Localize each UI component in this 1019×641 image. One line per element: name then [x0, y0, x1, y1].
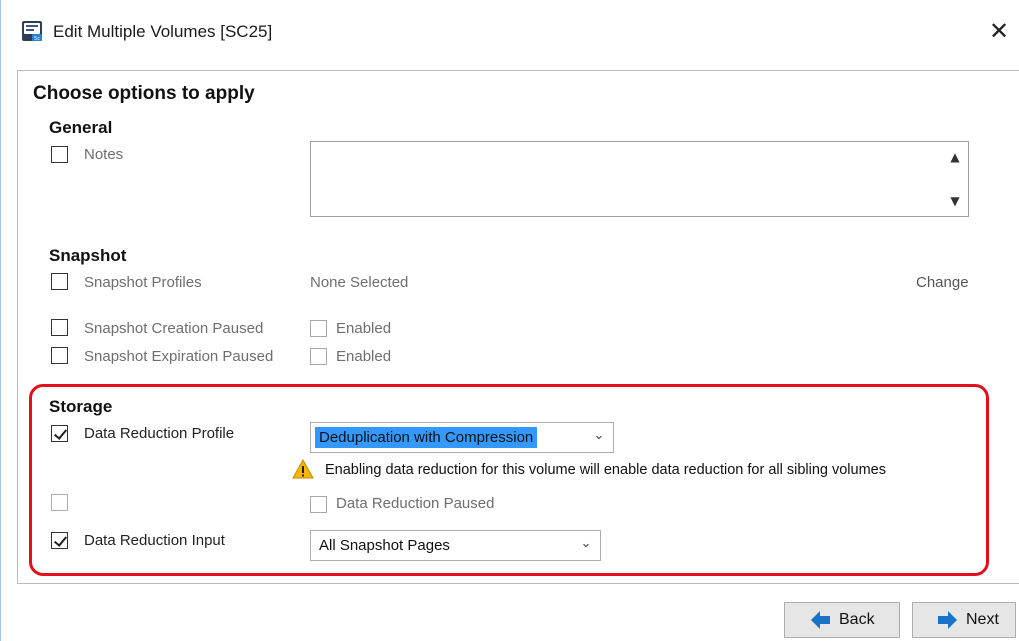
snapshot-creation-enabled-checkbox[interactable] — [310, 320, 327, 337]
page-title: Choose options to apply — [33, 83, 255, 104]
snapshot-creation-paused-label: Snapshot Creation Paused — [84, 320, 264, 337]
title-bar: 5c Edit Multiple Volumes [SC25] ✕ — [1, 0, 1019, 66]
snapshot-creation-paused-checkbox[interactable] — [51, 319, 68, 336]
notes-textarea[interactable]: ▲ ▼ — [310, 141, 969, 217]
snapshot-profiles-checkbox[interactable] — [51, 273, 68, 290]
storage-center-app-icon: 5c — [22, 21, 42, 42]
next-button[interactable]: Next — [912, 602, 1016, 638]
snapshot-expiration-paused-label: Snapshot Expiration Paused — [84, 348, 274, 365]
close-icon[interactable]: ✕ — [984, 14, 1014, 48]
snapshot-profiles-value: None Selected — [310, 274, 409, 291]
storage-highlight-box — [29, 384, 989, 576]
notes-label: Notes — [84, 146, 124, 163]
snapshot-expiration-paused-checkbox[interactable] — [51, 347, 68, 364]
arrow-right-icon — [938, 611, 957, 629]
snapshot-creation-enabled-label: Enabled — [336, 320, 392, 337]
window-title: Edit Multiple Volumes [SC25] — [53, 22, 273, 41]
snapshot-expiration-enabled-label: Enabled — [336, 348, 392, 365]
svg-text:5c: 5c — [34, 36, 40, 42]
arrow-left-icon — [811, 611, 830, 629]
snapshot-profiles-label: Snapshot Profiles — [84, 274, 202, 291]
scroll-down-icon[interactable]: ▼ — [948, 194, 962, 208]
snapshot-section-heading: Snapshot — [49, 246, 127, 265]
back-button[interactable]: Back — [784, 602, 900, 638]
back-button-label: Back — [839, 611, 875, 628]
notes-checkbox[interactable] — [51, 146, 68, 163]
next-button-label: Next — [966, 611, 999, 628]
change-snapshot-profiles-link[interactable]: Change — [916, 274, 969, 291]
scroll-up-icon[interactable]: ▲ — [948, 150, 962, 164]
edit-multiple-volumes-dialog: 5c Edit Multiple Volumes [SC25] ✕ Choose… — [0, 0, 1019, 641]
snapshot-expiration-enabled-checkbox[interactable] — [310, 348, 327, 365]
general-section-heading: General — [49, 118, 113, 137]
